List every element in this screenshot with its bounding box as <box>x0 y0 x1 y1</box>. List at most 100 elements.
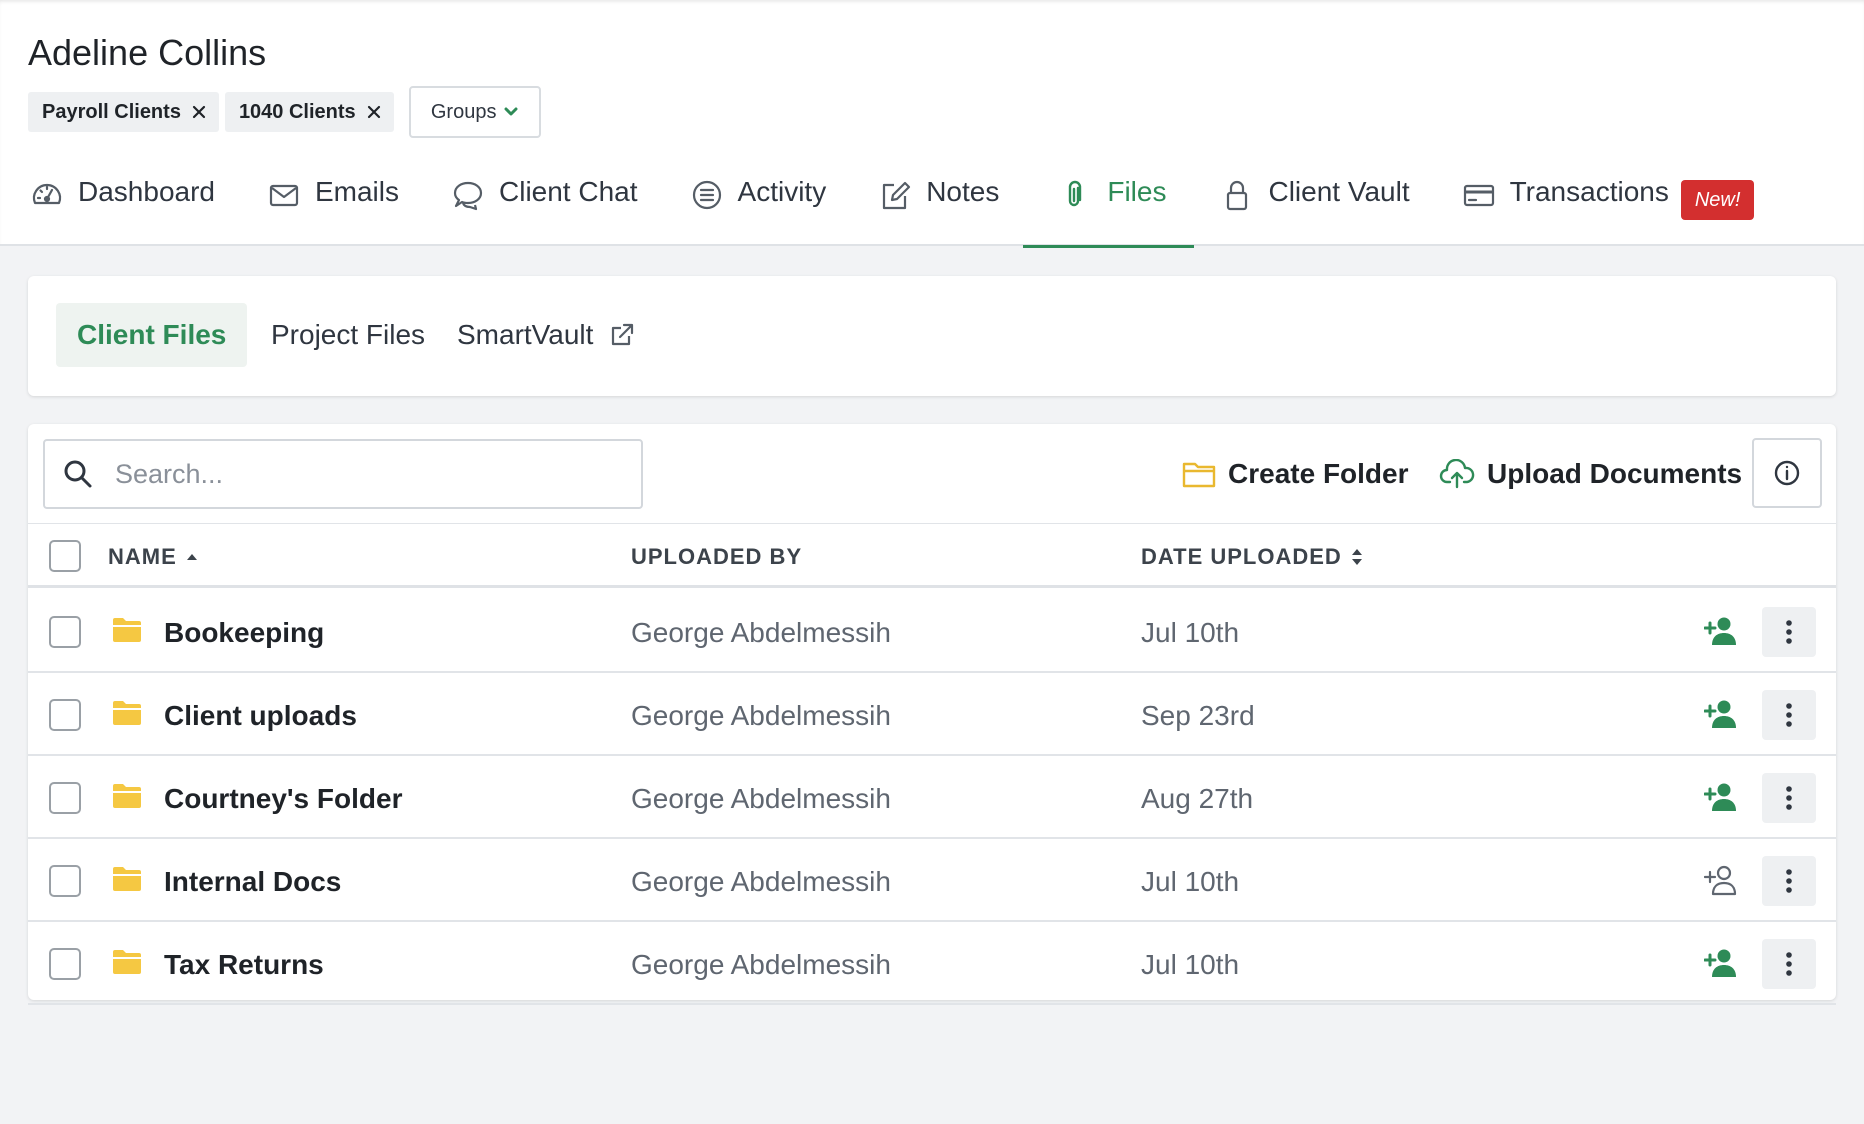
row-checkbox[interactable] <box>49 616 81 648</box>
row-checkbox[interactable] <box>49 948 81 980</box>
search-icon <box>64 460 92 488</box>
tag-1040-clients: 1040 Clients <box>224 92 394 132</box>
tab-dashboard[interactable]: Dashboard <box>30 168 215 246</box>
date-uploaded: Jul 10th <box>1141 617 1240 648</box>
row-actions-button[interactable] <box>1762 856 1816 906</box>
more-vertical-icon <box>1786 786 1792 810</box>
search-input[interactable] <box>115 458 595 490</box>
tab-label: Notes <box>926 176 1000 207</box>
uploaded-by: George Abdelmessih <box>631 949 891 980</box>
share-user-outline-icon[interactable] <box>1704 864 1738 896</box>
tab-emails[interactable]: Emails <box>267 168 399 246</box>
sort-ascending-icon <box>186 554 197 560</box>
subtab-client-files[interactable]: Client Files <box>56 303 248 367</box>
row-checkbox[interactable] <box>49 865 81 897</box>
client-name: Adeline Collins <box>28 32 267 73</box>
subtab-label: Client Files <box>77 319 227 350</box>
subtab-smartvault[interactable]: SmartVault <box>436 303 656 367</box>
cloud-upload-icon <box>1439 459 1475 489</box>
folder-name[interactable]: Bookeeping <box>164 617 324 649</box>
subtab-label: SmartVault <box>457 319 594 350</box>
client-header: Adeline Collins Payroll Clients 1040 Cli… <box>0 0 1864 248</box>
files-card: Create Folder Upload Documents NAME UPLO… <box>28 424 1836 1005</box>
folder-name[interactable]: Tax Returns <box>164 949 324 981</box>
files-subnav: Client Files Project Files SmartVault <box>28 276 1836 396</box>
folder-outline-icon <box>1182 462 1216 488</box>
table-row[interactable]: Client uploads George Abdelmessih Sep 23rd <box>28 674 1836 756</box>
table-row[interactable]: Internal Docs George Abdelmessih Jul 10th <box>28 840 1836 922</box>
subtab-project-files[interactable]: Project Files <box>250 303 446 367</box>
share-user-icon[interactable] <box>1704 698 1738 730</box>
dashboard-gauge-icon <box>32 183 62 205</box>
tab-activity[interactable]: Activity <box>690 168 827 246</box>
tab-label: Activity <box>737 176 827 207</box>
search-box[interactable] <box>43 439 643 509</box>
credit-card-icon <box>1463 184 1494 207</box>
subtab-label: Project Files <box>271 319 426 350</box>
tab-label: Emails <box>314 176 399 207</box>
groups-dropdown-button[interactable]: Groups <box>408 86 541 138</box>
date-uploaded: Sep 23rd <box>1141 700 1255 731</box>
external-link-icon <box>612 323 634 346</box>
info-icon <box>1774 460 1800 486</box>
row-actions-button[interactable] <box>1762 773 1816 823</box>
folder-name[interactable]: Client uploads <box>164 700 357 732</box>
share-user-icon[interactable] <box>1704 615 1738 647</box>
tab-label: Client Vault <box>1268 176 1410 207</box>
tab-label: Dashboard <box>78 176 215 207</box>
tab-client-vault[interactable]: Client Vault <box>1220 168 1410 246</box>
create-folder-button[interactable]: Create Folder <box>1182 449 1409 499</box>
upload-documents-button[interactable]: Upload Documents <box>1439 449 1742 499</box>
table-row[interactable]: Tax Returns George Abdelmessih Jul 10th <box>28 923 1836 1005</box>
uploaded-by: George Abdelmessih <box>631 866 891 897</box>
row-actions-button[interactable] <box>1762 690 1816 740</box>
folder-name[interactable]: Courtney's Folder <box>164 783 402 815</box>
chevron-down-icon <box>504 107 518 116</box>
more-vertical-icon <box>1786 620 1792 644</box>
date-uploaded: Aug 27th <box>1141 783 1254 814</box>
new-badge: New! <box>1680 180 1755 220</box>
tab-label: Files <box>1107 176 1167 207</box>
row-actions-button[interactable] <box>1762 607 1816 657</box>
table-row[interactable]: Bookeeping George Abdelmessih Jul 10th <box>28 591 1836 673</box>
upload-documents-label: Upload Documents <box>1487 458 1743 489</box>
tab-label: Transactions <box>1509 176 1669 207</box>
edit-note-icon <box>883 181 911 210</box>
row-checkbox[interactable] <box>49 782 81 814</box>
uploaded-by: George Abdelmessih <box>631 700 891 731</box>
column-uploaded-by-header: UPLOADED BY <box>631 544 802 570</box>
tag-label: 1040 Clients <box>238 100 356 123</box>
date-uploaded: Jul 10th <box>1141 866 1240 897</box>
tab-client-chat[interactable]: Client Chat <box>451 168 638 246</box>
tab-label: Client Chat <box>499 176 638 207</box>
folder-icon <box>113 701 141 725</box>
folder-icon <box>113 867 141 891</box>
date-uploaded: Jul 10th <box>1141 949 1240 980</box>
tab-notes[interactable]: Notes <box>878 168 999 246</box>
info-button[interactable] <box>1752 438 1822 508</box>
envelope-icon <box>269 184 299 207</box>
folder-icon <box>113 618 141 642</box>
client-tags: Payroll Clients 1040 Clients Groups <box>28 86 541 138</box>
tab-transactions[interactable]: Transactions New! <box>1462 168 1755 246</box>
tab-files[interactable]: Files <box>1023 168 1195 248</box>
share-user-icon[interactable] <box>1704 781 1738 813</box>
sort-icon <box>1351 549 1362 565</box>
column-label: UPLOADED BY <box>631 544 803 569</box>
folder-icon <box>113 950 141 974</box>
folder-name[interactable]: Internal Docs <box>164 866 341 898</box>
more-vertical-icon <box>1786 869 1792 893</box>
remove-tag-icon[interactable] <box>366 104 382 120</box>
create-folder-label: Create Folder <box>1228 458 1409 489</box>
row-checkbox[interactable] <box>49 699 81 731</box>
column-date-uploaded-header[interactable]: DATE UPLOADED <box>1141 544 1364 570</box>
remove-tag-icon[interactable] <box>191 104 207 120</box>
column-name-header[interactable]: NAME <box>108 544 199 570</box>
select-all-checkbox[interactable] <box>49 540 81 572</box>
share-user-icon[interactable] <box>1704 947 1738 979</box>
more-vertical-icon <box>1786 952 1792 976</box>
table-header: NAME UPLOADED BY DATE UPLOADED <box>28 523 1836 588</box>
table-row[interactable]: Courtney's Folder George Abdelmessih Aug 2… <box>28 757 1836 839</box>
row-actions-button[interactable] <box>1762 939 1816 989</box>
lock-icon <box>1227 180 1248 211</box>
